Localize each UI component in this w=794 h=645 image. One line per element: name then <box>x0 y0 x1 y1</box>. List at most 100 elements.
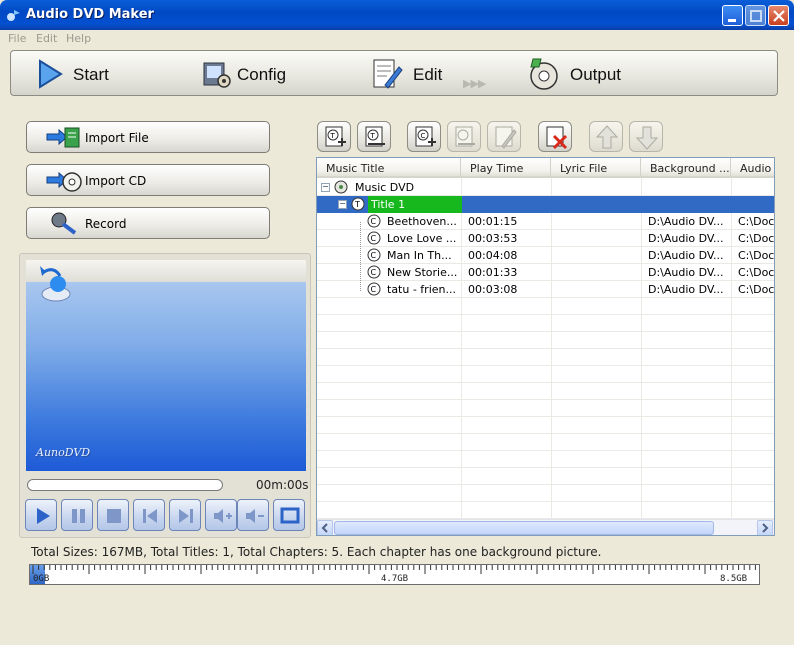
maximize-icon <box>750 10 762 22</box>
close-icon <box>773 10 785 22</box>
play-button[interactable] <box>25 499 57 531</box>
svg-text:C: C <box>421 132 426 140</box>
tree-row-chapter[interactable]: C Man In Th... 00:04:08 D:\Audio DV... C:\Do… <box>317 247 774 264</box>
add-chapter-button[interactable]: C <box>407 121 441 152</box>
chapter-audio-file: C:\Docu <box>738 266 774 279</box>
edit-title-button[interactable]: T <box>357 121 391 152</box>
collapse-title-icon[interactable]: − <box>338 200 347 209</box>
play-icon <box>37 508 50 524</box>
step-arrows: ▶▶▶ <box>463 77 486 90</box>
svg-text:C: C <box>371 285 377 294</box>
chapter-icon: C <box>367 265 381 279</box>
horizontal-scrollbar[interactable] <box>317 519 774 535</box>
empty-row <box>317 332 774 349</box>
previous-icon <box>143 509 157 523</box>
empty-row <box>317 315 774 332</box>
step-start[interactable]: Start <box>35 55 145 93</box>
scroll-left-button[interactable] <box>317 520 333 535</box>
volume-up-button[interactable] <box>205 499 237 531</box>
chapter-icon: C <box>367 248 381 262</box>
tree-row-chapter[interactable]: C Love Love ... 00:03:53 D:\Audio DV... C:\D… <box>317 230 774 247</box>
move-down-icon <box>635 126 659 150</box>
tree-row-root[interactable]: − Music DVD <box>317 179 774 196</box>
delete-button[interactable] <box>538 121 572 152</box>
step-config[interactable]: Config <box>201 55 311 93</box>
microphone-icon <box>51 212 77 235</box>
music-tree-list[interactable]: Music Title Play Time Lyric File Backgro… <box>316 157 775 536</box>
preview-panel: AunoDVD 00m:00s <box>19 253 311 538</box>
scroll-right-button[interactable] <box>757 520 773 535</box>
svg-text:T: T <box>354 200 360 209</box>
disc-capacity-ruler: 0GB 4.7GB 8.5GB <box>29 564 760 585</box>
svg-text:C: C <box>371 251 377 260</box>
menu-bar: File Edit Help <box>0 30 794 47</box>
empty-row <box>317 417 774 434</box>
tree-row-title[interactable]: − T Title 1 <box>317 196 774 213</box>
column-header-audio-file[interactable]: Audio F <box>731 158 774 178</box>
close-button[interactable] <box>768 5 789 26</box>
music-note-logo-icon <box>40 266 71 302</box>
empty-row <box>317 451 774 468</box>
column-header-background[interactable]: Background ... <box>641 158 731 178</box>
tree-row-chapter[interactable]: C New Storie... 00:01:33 D:\Audio DV... C:\D… <box>317 264 774 281</box>
column-header-lyric-file[interactable]: Lyric File <box>551 158 641 178</box>
tree-row-chapter[interactable]: C Beethoven... 00:01:15 D:\Audio DV... C:\Do… <box>317 213 774 230</box>
add-title-button[interactable]: T <box>317 121 351 152</box>
chapter-background: D:\Audio DV... <box>648 249 724 262</box>
stop-button[interactable] <box>97 499 129 531</box>
chapter-icon: C <box>367 214 381 228</box>
chapter-background: D:\Audio DV... <box>648 215 724 228</box>
chapter-audio-file: C:\Docu <box>738 249 774 262</box>
playback-progress[interactable] <box>27 479 223 491</box>
step-start-label: Start <box>73 65 109 84</box>
next-icon <box>179 509 193 523</box>
chapter-icon: C <box>367 282 381 296</box>
collapse-root-icon[interactable]: − <box>321 183 330 192</box>
chapter-play-time: 00:03:53 <box>468 232 518 245</box>
volume-down-button[interactable] <box>237 499 269 531</box>
empty-row <box>317 349 774 366</box>
svg-text:C: C <box>371 268 377 277</box>
import-file-button[interactable]: Import File <box>26 121 270 153</box>
edit-chapter-button[interactable] <box>487 121 521 152</box>
step-output[interactable]: Output <box>527 55 637 93</box>
menu-edit[interactable]: Edit <box>36 32 57 45</box>
move-down-button[interactable] <box>629 121 663 152</box>
move-up-button[interactable] <box>589 121 623 152</box>
import-cd-button[interactable]: Import CD <box>26 164 270 196</box>
import-cd-icon <box>46 171 82 192</box>
pause-icon <box>72 509 85 523</box>
config-gear-icon <box>203 62 231 88</box>
record-button[interactable]: Record <box>26 207 270 239</box>
pause-button[interactable] <box>61 499 93 531</box>
chapter-play-time: 00:01:33 <box>468 266 518 279</box>
next-button[interactable] <box>169 499 201 531</box>
edit-title-icon: T <box>365 126 385 147</box>
scrollbar-thumb[interactable] <box>334 521 714 535</box>
ruler-label-8.5gb: 8.5GB <box>720 574 748 584</box>
copy-chapter-icon <box>455 126 475 147</box>
ruler-label-0gb: 0GB <box>33 574 50 584</box>
empty-row <box>317 502 774 519</box>
fullscreen-button[interactable] <box>273 499 305 531</box>
tree-row-chapter[interactable]: Ctatu - frien... 00:03:08 D:\Audio DV... C:… <box>317 281 774 298</box>
step-edit[interactable]: Edit <box>371 55 471 93</box>
preview-background <box>26 282 306 471</box>
dvd-disc-icon <box>334 180 348 194</box>
chevron-right-icon <box>762 523 769 533</box>
column-header-music-title[interactable]: Music Title <box>317 158 461 178</box>
import-file-label: Import File <box>85 131 149 145</box>
menu-help[interactable]: Help <box>66 32 91 45</box>
copy-chapter-button[interactable] <box>447 121 481 152</box>
minimize-button[interactable] <box>722 5 743 26</box>
output-disc-icon <box>530 58 558 90</box>
record-label: Record <box>85 217 127 231</box>
column-header-play-time[interactable]: Play Time <box>461 158 551 178</box>
menu-file[interactable]: File <box>8 32 26 45</box>
empty-row <box>317 468 774 485</box>
chapter-play-time: 00:03:08 <box>468 283 518 296</box>
previous-button[interactable] <box>133 499 165 531</box>
maximize-button[interactable] <box>745 5 766 26</box>
move-up-icon <box>595 125 619 149</box>
volume-down-icon <box>246 509 264 523</box>
